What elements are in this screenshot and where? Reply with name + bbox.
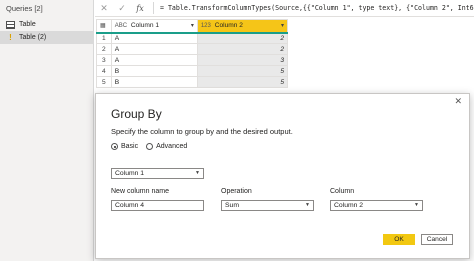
- row-number[interactable]: 3: [96, 54, 112, 66]
- cell-column-2[interactable]: 3: [196, 54, 289, 66]
- cell-column-1[interactable]: A: [110, 32, 198, 44]
- query-item-table-2[interactable]: ! Table (2): [0, 31, 94, 44]
- column-header-label: Column 1: [130, 22, 160, 30]
- table-row: 5 B 5: [96, 76, 289, 88]
- query-item-table[interactable]: Table: [0, 18, 94, 31]
- cancel-formula-icon[interactable]: ✕: [95, 0, 113, 17]
- row-number[interactable]: 5: [96, 76, 112, 88]
- cell-column-2[interactable]: 2: [196, 43, 289, 55]
- table-row: 1 A 2: [96, 32, 289, 44]
- operation-value: Sum: [225, 202, 239, 209]
- cell-column-2[interactable]: 5: [196, 76, 289, 88]
- row-number[interactable]: 4: [96, 65, 112, 77]
- cell-column-1[interactable]: A: [110, 54, 198, 66]
- whole-number-type-icon[interactable]: 123: [201, 23, 211, 29]
- radio-unselected-icon[interactable]: [146, 143, 154, 150]
- column-label: Column: [330, 188, 355, 195]
- cancel-button[interactable]: Cancel: [421, 234, 453, 245]
- formula-input[interactable]: = Table.TransformColumnTypes(Source,{{"C…: [153, 2, 474, 14]
- cell-column-2[interactable]: 2: [196, 32, 289, 44]
- table-row: 3 A 3: [96, 54, 289, 66]
- group-by-column-value: Column 1: [115, 170, 145, 177]
- new-column-name-input[interactable]: Column 4: [111, 200, 204, 211]
- text-type-icon[interactable]: ABC: [115, 23, 127, 29]
- query-item-label: Table: [19, 21, 36, 28]
- radio-advanced-label: Advanced: [156, 143, 188, 150]
- column-header-2[interactable]: 123 Column 2 ▾: [196, 19, 289, 34]
- radio-basic-label: Basic: [121, 143, 139, 150]
- operation-select[interactable]: Sum ▼: [221, 200, 314, 211]
- query-item-label: Table (2): [19, 34, 47, 41]
- table-row: 4 B 5: [96, 65, 289, 77]
- row-number[interactable]: 1: [96, 32, 112, 44]
- table-icon: [6, 20, 15, 29]
- column-header-1[interactable]: ABC Column 1 ▾: [110, 19, 198, 34]
- ok-button[interactable]: OK: [383, 234, 415, 245]
- chevron-down-icon[interactable]: ▾: [281, 22, 284, 29]
- column-header-label: Column 2: [214, 22, 243, 30]
- cell-column-1[interactable]: A: [110, 43, 198, 55]
- formula-bar: ✕ ✓ fx = Table.TransformColumnTypes(Sour…: [95, 0, 474, 17]
- operation-label: Operation: [221, 188, 252, 195]
- group-by-dialog: ✕ Group By Specify the column to group b…: [95, 93, 470, 259]
- queries-pane: Queries [2] Table ! Table (2): [0, 0, 94, 261]
- chevron-down-icon[interactable]: ▼: [414, 202, 419, 208]
- aggregate-column-select[interactable]: Column 2 ▼: [330, 200, 423, 211]
- queries-header[interactable]: Queries [2]: [0, 0, 94, 16]
- cell-column-1[interactable]: B: [110, 76, 198, 88]
- table-menu-icon: ▦: [100, 23, 106, 30]
- cell-column-1[interactable]: B: [110, 65, 198, 77]
- mode-radio-group: Basic Advanced: [111, 143, 195, 150]
- chevron-down-icon[interactable]: ▼: [305, 202, 310, 208]
- fx-icon[interactable]: fx: [131, 0, 149, 17]
- radio-selected-icon[interactable]: [111, 143, 118, 150]
- group-by-column-select[interactable]: Column 1 ▼: [111, 168, 204, 179]
- radio-advanced[interactable]: Advanced: [146, 143, 187, 150]
- cell-column-2[interactable]: 5: [196, 65, 289, 77]
- warning-icon: !: [9, 32, 12, 42]
- dialog-description: Specify the column to group by and the d…: [111, 127, 293, 136]
- grid-corner-button[interactable]: ▦: [96, 19, 112, 34]
- chevron-down-icon[interactable]: ▼: [195, 170, 200, 176]
- dialog-title: Group By: [111, 107, 162, 121]
- row-number[interactable]: 2: [96, 43, 112, 55]
- commit-formula-icon[interactable]: ✓: [113, 0, 131, 17]
- chevron-down-icon[interactable]: ▾: [191, 22, 194, 29]
- data-grid: ▦ ABC Column 1 ▾ 123 Column 2 ▾ 1 A 2 2 …: [96, 19, 289, 88]
- close-icon[interactable]: ✕: [454, 96, 462, 107]
- new-column-name-label: New column name: [111, 188, 169, 195]
- radio-basic[interactable]: Basic: [111, 143, 138, 150]
- aggregate-column-value: Column 2: [334, 202, 364, 209]
- table-row: 2 A 2: [96, 43, 289, 55]
